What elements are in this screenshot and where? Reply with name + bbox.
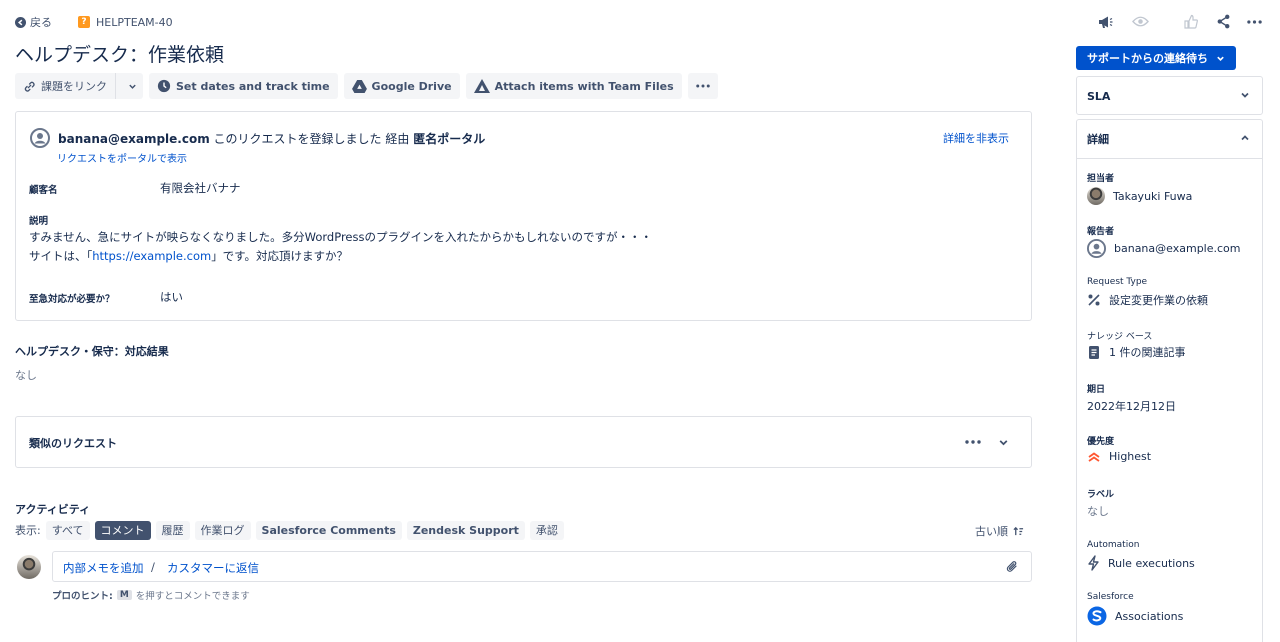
result-section-title: ヘルプデスク・保守：対応結果 — [15, 345, 169, 358]
document-icon — [1089, 345, 1099, 359]
tab-work-log[interactable]: 作業ログ — [194, 520, 251, 540]
issue-type-icon: ? — [78, 16, 90, 28]
request-details-panel: banana@example.com このリクエストを登録しました 経由 匿名ポ… — [15, 111, 1032, 321]
link-issue-button[interactable]: 課題をリンク — [15, 73, 143, 99]
comment-divider: / — [151, 560, 155, 574]
similar-requests-panel[interactable]: 類似のリクエスト — [15, 416, 1032, 468]
description-line-1: すみません、急にサイトが映らなくなりました。多分WordPressのプラグインを… — [29, 230, 652, 244]
details-panel: 詳細 担当者 Takayuki Fuwa 報告者 banana@example.… — [1076, 119, 1263, 642]
more-actions-button[interactable] — [687, 73, 718, 99]
salesforce-label: Salesforce — [1087, 592, 1134, 602]
automation-field[interactable]: Rule executions — [1087, 555, 1195, 571]
view-in-portal-link[interactable]: リクエストをポータルで表示 — [57, 150, 187, 165]
like-icon[interactable] — [1184, 14, 1198, 29]
due-date-label: 期日 — [1087, 385, 1106, 395]
announcement-icon[interactable] — [1097, 14, 1113, 30]
description-label: 説明 — [29, 216, 49, 227]
issue-key-link[interactable]: HELPTEAM-40 — [96, 16, 173, 29]
knowledge-base-label: ナレッジ ベース — [1087, 332, 1153, 342]
activity-tabs: 表示: すべて コメント 履歴 作業ログ Salesforce Comments… — [15, 520, 564, 540]
hide-details-link[interactable]: 詳細を非表示 — [943, 130, 1009, 146]
result-section-value: なし — [15, 369, 37, 382]
reporter-label: 報告者 — [1087, 227, 1115, 237]
details-title[interactable]: 詳細 — [1087, 120, 1109, 158]
request-header: banana@example.com このリクエストを登録しました 経由 匿名ポ… — [30, 128, 485, 148]
more-icon[interactable] — [1247, 20, 1262, 24]
description-line-2: サイトは、「https://example.com」です。対応頂けますか？ — [29, 249, 349, 263]
back-arrow-icon — [15, 16, 26, 28]
google-drive-icon — [351, 79, 367, 93]
chevron-up-icon[interactable] — [1240, 133, 1250, 143]
sort-icon — [1013, 526, 1024, 535]
similar-requests-title: 類似のリクエスト — [29, 437, 117, 450]
sla-panel[interactable]: SLA — [1076, 76, 1263, 115]
labels-label: ラベル — [1087, 490, 1115, 500]
request-type-label: Request Type — [1087, 277, 1148, 287]
assignee-field[interactable]: Takayuki Fuwa — [1087, 187, 1192, 205]
tab-salesforce-comments[interactable]: Salesforce Comments — [255, 520, 402, 540]
status-transition-button[interactable]: サポートからの連絡待ち — [1076, 46, 1236, 70]
reporter-field[interactable]: banana@example.com — [1087, 239, 1240, 258]
link-icon — [24, 81, 35, 92]
salesforce-field[interactable]: Associations — [1087, 606, 1183, 626]
knowledge-base-field[interactable]: 1 件の関連記事 — [1087, 344, 1186, 360]
chevron-down-icon — [1217, 56, 1224, 61]
priority-field[interactable]: Highest — [1087, 450, 1151, 463]
google-drive-button[interactable]: Google Drive — [343, 73, 460, 99]
settings-tool-icon — [1088, 294, 1100, 306]
customer-name-label: 顧客名 — [29, 185, 58, 196]
request-type-field[interactable]: 設定変更作業の依頼 — [1087, 292, 1208, 308]
pro-tip: プロのヒント: M を押すとコメントできます — [52, 590, 250, 602]
salesforce-icon — [1087, 606, 1107, 626]
activity-title: アクティビティ — [15, 503, 91, 516]
chevron-down-icon[interactable] — [998, 437, 1009, 448]
request-channel: 匿名ポータル — [413, 131, 486, 146]
priority-label: 優先度 — [1087, 437, 1115, 447]
issue-toolbar: 課題をリンク Set dates and track time Google D… — [15, 73, 718, 99]
request-action-text: このリクエストを登録しました 経由 — [213, 131, 410, 146]
current-user-avatar — [17, 555, 41, 579]
more-icon[interactable] — [965, 440, 981, 444]
labels-field[interactable]: なし — [1087, 503, 1109, 519]
share-icon[interactable] — [1216, 14, 1231, 29]
page-title: ヘルプデスク：作業依頼 — [15, 44, 225, 66]
user-avatar-icon — [1087, 239, 1106, 258]
priority-highest-icon — [1088, 451, 1100, 462]
back-link[interactable]: 戻る — [15, 14, 52, 30]
link-issue-dropdown[interactable] — [121, 82, 143, 91]
tab-approvals[interactable]: 承認 — [529, 520, 564, 540]
tab-comments[interactable]: コメント — [94, 520, 151, 540]
site-link[interactable]: https://example.com — [92, 249, 211, 263]
add-internal-note-button[interactable]: 内部メモを追加 — [63, 560, 144, 576]
automation-label: Automation — [1087, 540, 1140, 550]
chevron-down-icon — [128, 84, 136, 89]
customer-name-value: 有限会社バナナ — [160, 181, 241, 195]
chevron-down-icon — [1241, 92, 1249, 98]
due-date-field[interactable]: 2022年12月12日 — [1087, 398, 1176, 414]
set-dates-button[interactable]: Set dates and track time — [149, 73, 338, 99]
reply-to-customer-button[interactable]: カスタマーに返信 — [167, 560, 259, 576]
requester-email[interactable]: banana@example.com — [58, 132, 210, 146]
assignee-label: 担当者 — [1087, 174, 1115, 184]
attachment-icon[interactable] — [1006, 560, 1019, 574]
team-files-icon — [473, 79, 490, 93]
tab-history[interactable]: 履歴 — [155, 520, 190, 540]
urgent-label: 至急対応が必要か？ — [29, 294, 115, 305]
attach-items-button[interactable]: Attach items with Team Files — [465, 73, 682, 99]
comment-editor[interactable]: 内部メモを追加 / カスタマーに返信 — [52, 551, 1032, 582]
show-label: 表示: — [15, 524, 41, 537]
tab-all[interactable]: すべて — [45, 520, 90, 540]
lightning-icon — [1088, 555, 1099, 571]
tab-zendesk-support[interactable]: Zendesk Support — [406, 520, 525, 540]
time-tracking-icon — [157, 79, 171, 93]
shortcut-key: M — [116, 590, 132, 600]
assignee-avatar — [1087, 187, 1105, 205]
watch-icon[interactable] — [1132, 15, 1149, 28]
sla-title: SLA — [1087, 89, 1111, 103]
breadcrumb: 戻る ? HELPTEAM-40 — [15, 14, 173, 30]
urgent-value: はい — [160, 290, 183, 304]
more-icon — [695, 84, 710, 88]
user-avatar-icon — [30, 128, 50, 148]
sort-order-button[interactable]: 古い順 — [975, 523, 1024, 539]
